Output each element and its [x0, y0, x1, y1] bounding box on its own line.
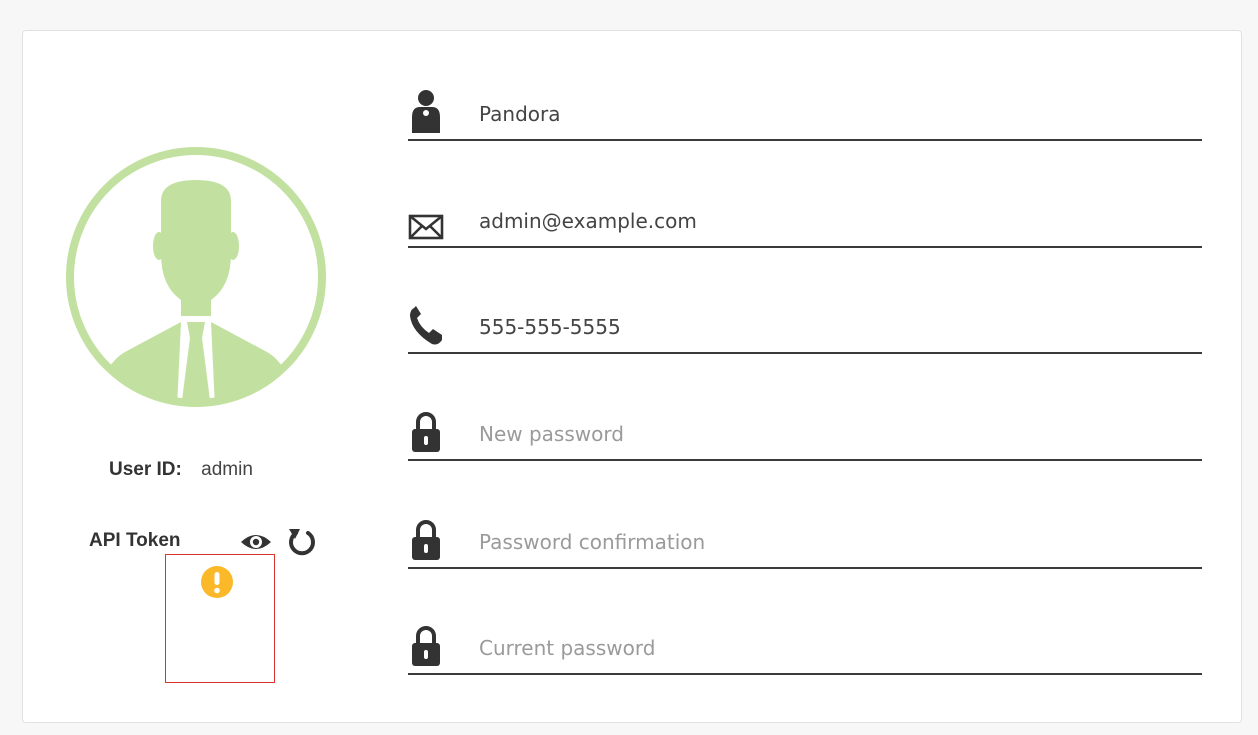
envelope-icon — [408, 214, 444, 240]
api-token-label: API Token — [89, 530, 181, 551]
lock-icon — [412, 412, 440, 452]
user-id-value: admin — [201, 459, 253, 480]
password-confirmation-input[interactable] — [479, 527, 1179, 557]
api-token-row: API Token — [89, 526, 349, 556]
phone-input[interactable] — [479, 312, 1179, 342]
refresh-icon[interactable] — [286, 526, 318, 558]
password-confirmation-field — [408, 509, 1202, 569]
username-field — [408, 81, 1202, 141]
phone-field — [408, 294, 1202, 354]
phone-icon — [410, 306, 442, 345]
user-id-label: User ID: — [109, 459, 182, 480]
current-password-input[interactable] — [479, 633, 1179, 663]
email-field — [408, 188, 1202, 248]
api-token-box — [165, 554, 275, 683]
email-input[interactable] — [479, 206, 1179, 236]
new-password-input[interactable] — [479, 419, 1179, 449]
eye-icon[interactable] — [239, 531, 273, 553]
lock-icon — [412, 626, 440, 666]
profile-card: User ID: admin API Token — [22, 30, 1242, 723]
avatar — [66, 147, 326, 407]
new-password-field — [408, 401, 1202, 461]
lock-icon — [412, 520, 440, 560]
current-password-field — [408, 615, 1202, 675]
warning-icon — [201, 566, 233, 598]
user-id-row: User ID: admin — [109, 459, 253, 481]
user-icon — [412, 90, 440, 133]
username-input[interactable] — [479, 99, 1179, 129]
